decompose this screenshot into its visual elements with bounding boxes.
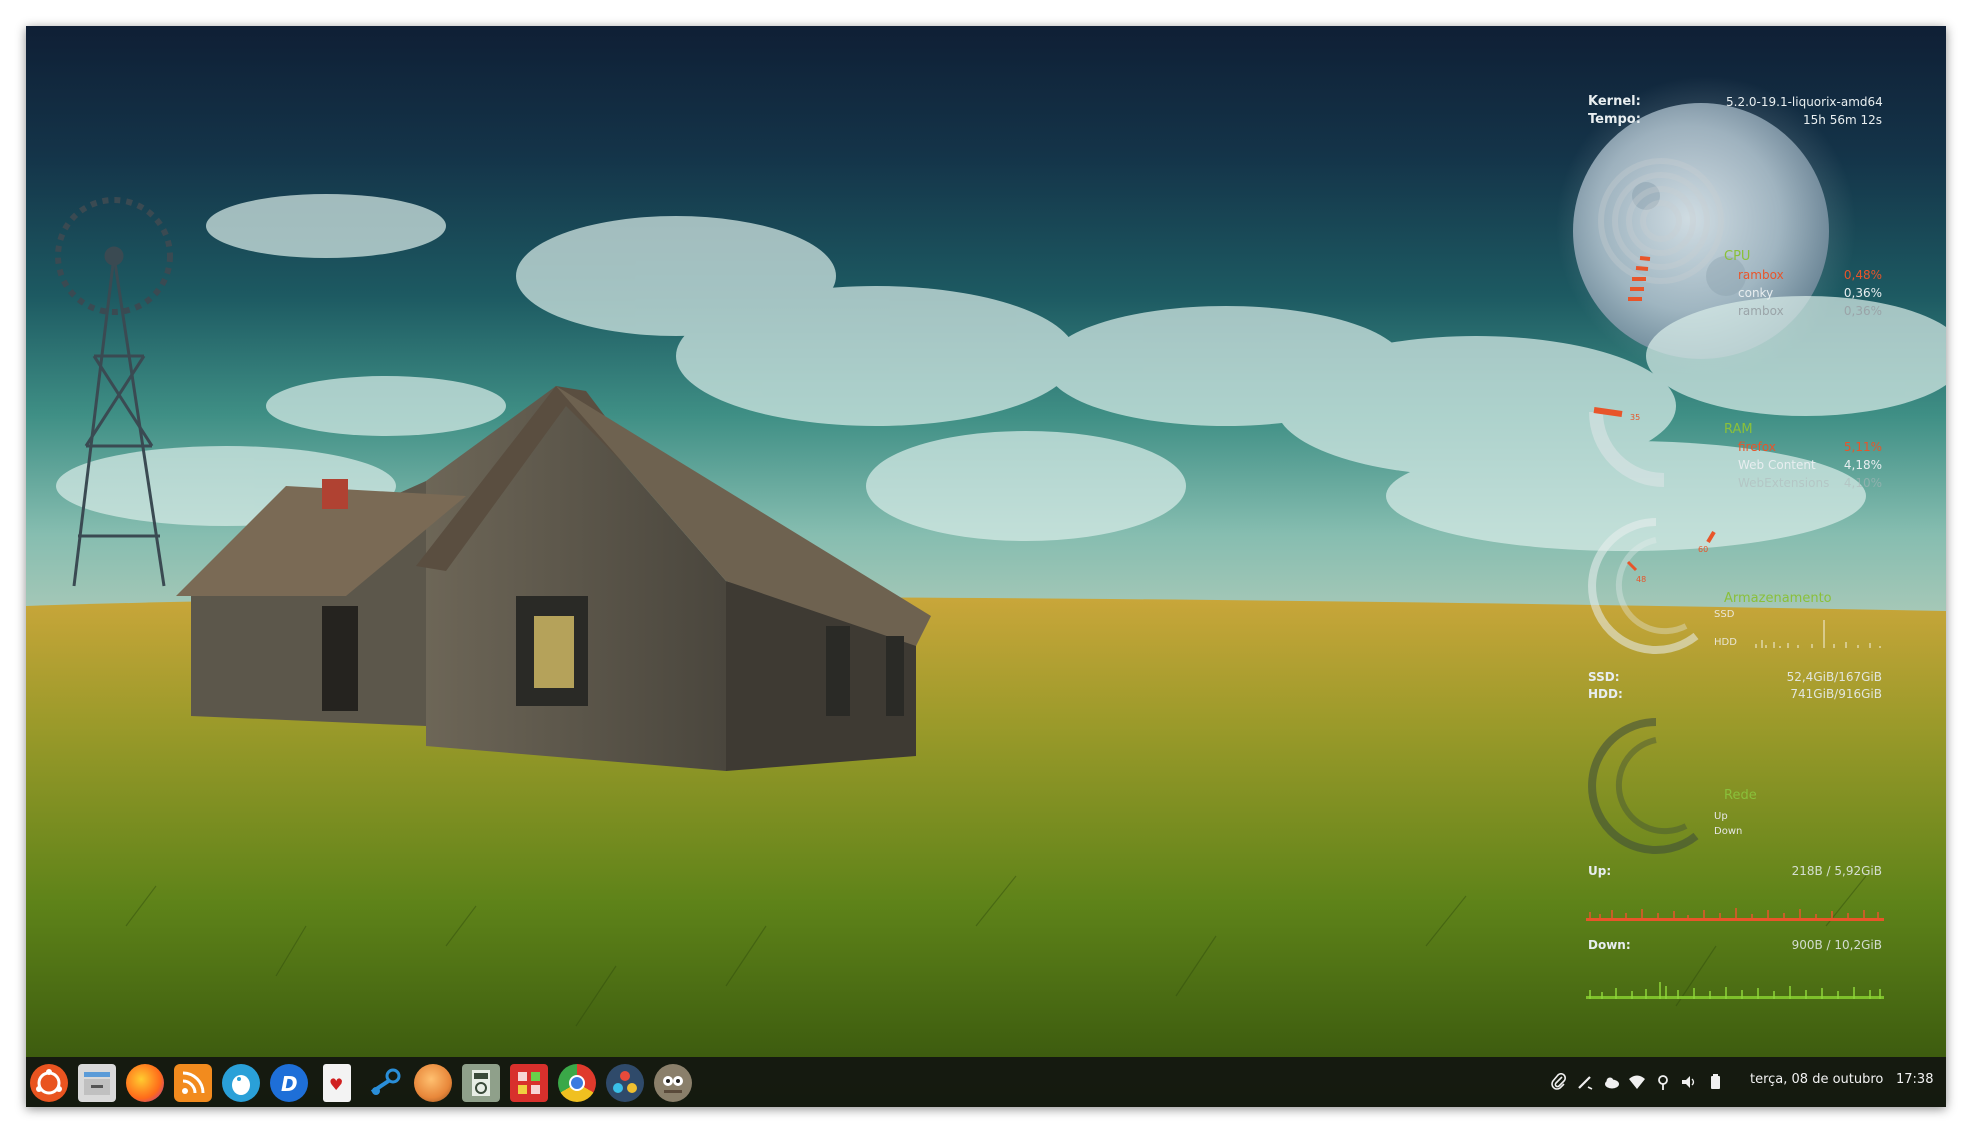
calculator-icon[interactable] [462,1064,500,1102]
cpu-process-1-value: 0,48% [1843,268,1882,282]
network-title: Rede [1724,788,1757,803]
taskbar: D ♥ terça, 08 de outubro 17:38 [26,1057,1946,1107]
cpu-process-3-name: rambox [1738,304,1784,318]
cpu-ring-gauge [1598,158,1724,301]
volume-icon[interactable] [1680,1073,1698,1091]
hdd-short-label: HDD [1714,637,1737,648]
telegram-like-icon[interactable] [222,1064,260,1102]
hdd-gauge-number: 60 [1698,545,1708,554]
cpu-process-2-value: 0,36% [1843,286,1882,300]
svg-text:D: D [281,1072,298,1096]
kernel-label: Kernel: [1588,94,1641,109]
ram-arc-gauge: 35 [1589,407,1665,487]
taskbar-clock[interactable]: 17:38 [1896,1072,1933,1087]
storage-activity-graph [1755,620,1881,648]
gimp-icon[interactable] [654,1064,692,1102]
firefox-icon[interactable] [126,1064,164,1102]
cpu-title: CPU [1724,249,1751,264]
storage-title: Armazenamento [1724,591,1832,606]
ram-process-1-value: 5,11% [1843,440,1882,454]
ssd-gauge-number: 48 [1636,575,1646,584]
upload-graph [1586,908,1884,921]
red-grid-app-icon[interactable] [510,1064,548,1102]
ubuntu-logo-icon[interactable] [30,1064,68,1102]
wifi-icon[interactable] [1628,1073,1646,1091]
chrome-like-icon[interactable] [558,1064,596,1102]
uptime-value: 15h 56m 12s [1803,113,1882,127]
network-down-short-label: Down [1714,826,1743,837]
windmill [55,197,173,587]
uptime-label: Tempo: [1588,112,1641,127]
taskbar-date[interactable]: terça, 08 de outubro [1750,1072,1883,1087]
ram-process-2-name: Web Content [1738,458,1816,472]
hdd-label: HDD: [1588,687,1623,701]
network-ring-gauge [1588,718,1699,854]
cpu-process-1-name: rambox [1738,268,1784,282]
ssd-short-label: SSD [1714,609,1735,620]
upload-value: 218B / 5,92GiB [1791,864,1882,878]
rss-reader-icon[interactable] [174,1064,212,1102]
weather-cloud-icon[interactable] [1602,1073,1620,1091]
ram-process-2-value: 4,18% [1843,458,1882,472]
ram-process-1-name: firefox [1738,440,1776,454]
storage-ring-gauge: 48 60 [1588,518,1716,654]
download-value: 900B / 10,2GiB [1791,938,1882,952]
cpu-gauge-number: 35 [1630,413,1640,422]
location-pin-icon[interactable] [1654,1073,1672,1091]
pen-tool-icon[interactable] [1576,1073,1594,1091]
cpu-process-2-name: conky [1738,286,1774,300]
solitaire-cards-icon[interactable]: ♥ [323,1064,351,1102]
upload-label: Up: [1588,864,1612,878]
ssd-value: 52,4GiB/167GiB [1786,670,1882,684]
download-label: Down: [1588,938,1631,952]
network-up-short-label: Up [1714,811,1728,822]
desktop: Kernel: 5.2.0-19.1-liquorix-amd64 Tempo:… [26,26,1946,1107]
battery-icon[interactable] [1706,1073,1724,1091]
files-icon[interactable] [78,1064,116,1102]
kernel-value: 5.2.0-19.1-liquorix-amd64 [1726,95,1883,109]
steam-icon[interactable] [366,1064,404,1102]
ram-title: RAM [1724,422,1753,437]
orange-app-icon[interactable] [414,1064,452,1102]
paperclip-icon[interactable] [1550,1072,1568,1091]
cpu-process-3-value: 0,36% [1843,304,1882,318]
ssd-label: SSD: [1588,670,1620,684]
ram-process-3-value: 4,10% [1843,476,1882,490]
download-graph [1586,982,1884,999]
old-house [176,386,931,771]
svg-text:♥: ♥ [329,1075,343,1094]
davinci-resolve-icon[interactable] [606,1064,644,1102]
hdd-value: 741GiB/916GiB [1790,687,1882,701]
dash-app-icon[interactable]: D [270,1064,308,1102]
